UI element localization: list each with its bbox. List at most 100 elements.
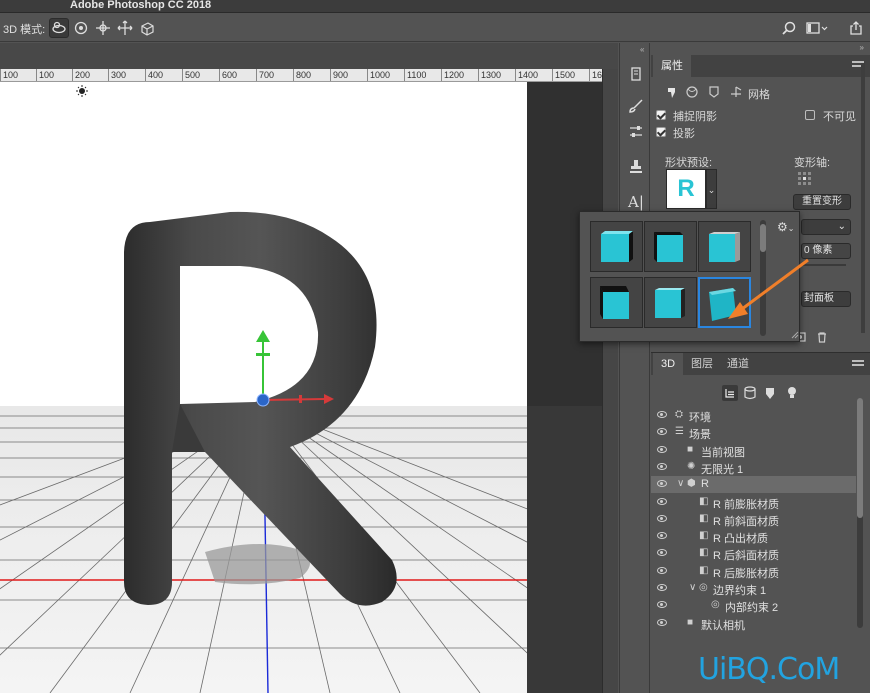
- shape-preset-thumb[interactable]: [644, 277, 697, 328]
- material-icon: ◧: [699, 512, 709, 524]
- shape-preset-thumb[interactable]: [644, 221, 697, 272]
- mesh-filter-icon[interactable]: [744, 386, 756, 403]
- tab-channels[interactable]: 通道: [719, 353, 757, 375]
- scale-3d-icon[interactable]: [137, 18, 157, 38]
- reset-deform-button[interactable]: 重置变形: [793, 194, 851, 210]
- shape-preset-thumb[interactable]: [590, 277, 643, 328]
- scene-scrollbar[interactable]: [857, 398, 863, 628]
- constraint-icon: ◎: [699, 582, 708, 593]
- mode-label: 3D 模式:: [3, 24, 46, 36]
- scene-tree-row[interactable]: ⛭ 环境: [651, 407, 856, 424]
- cube-preview-icon: [655, 288, 685, 318]
- history-icon[interactable]: [625, 63, 647, 85]
- brush-preset-icon[interactable]: [625, 95, 647, 117]
- shape-preset-thumb[interactable]: [590, 221, 643, 272]
- deform-axis-grid-icon[interactable]: [797, 171, 813, 187]
- cast-shadows-label: 投影: [673, 128, 695, 140]
- share-icon[interactable]: [846, 18, 866, 38]
- scene-tree-row[interactable]: ■ 默认相机: [651, 615, 856, 632]
- roll-3d-icon[interactable]: [71, 18, 91, 38]
- scene-tree-row[interactable]: ◧ R 前斜面材质: [651, 511, 856, 528]
- coordinates-icon[interactable]: [729, 85, 743, 102]
- visibility-eye-icon[interactable]: [657, 445, 667, 453]
- scene-row-label: R 凸出材质: [713, 533, 768, 546]
- catch-shadows-checkbox[interactable]: [656, 110, 666, 120]
- scene-tree-row[interactable]: ∨ ⬢ R: [651, 476, 856, 494]
- expand-chevron-icon[interactable]: ∨: [677, 478, 684, 489]
- scene-filter-icon[interactable]: [722, 385, 738, 401]
- scene-tree-row[interactable]: ◧ R 凸出材质: [651, 528, 856, 545]
- ruler-tick-label: 16: [589, 69, 602, 81]
- drag-3d-icon[interactable]: [93, 18, 113, 38]
- visibility-eye-icon[interactable]: [657, 480, 667, 488]
- camera-icon: ■: [687, 616, 694, 628]
- canvas[interactable]: [0, 82, 602, 693]
- material-filter-icon[interactable]: [764, 386, 776, 403]
- character-icon[interactable]: A|: [625, 191, 647, 213]
- clone-source-icon[interactable]: [625, 155, 647, 177]
- scene-row-label: 内部约束 2: [725, 602, 779, 615]
- delete-icon[interactable]: [816, 331, 828, 343]
- visibility-eye-icon[interactable]: [657, 428, 667, 436]
- workspace-icon[interactable]: [805, 18, 829, 38]
- shape-preset-swatch[interactable]: R: [666, 169, 706, 209]
- visibility-eye-icon[interactable]: [657, 584, 667, 591]
- visibility-eye-icon[interactable]: [657, 601, 667, 609]
- pasteboard-floor: [527, 406, 602, 693]
- ruler-tick-label: 700: [256, 69, 274, 81]
- preset-dropdown-arrow-icon[interactable]: ⌄: [706, 169, 717, 209]
- scene-tree-row[interactable]: ∨ ◎ 边界约束 1: [651, 580, 856, 597]
- orbit-3d-icon[interactable]: [49, 18, 69, 38]
- visibility-eye-icon[interactable]: [657, 462, 667, 470]
- scene-tree-row[interactable]: ◧ R 后斜面材质: [651, 545, 856, 562]
- shape-preset-label: 形状预设:: [665, 157, 713, 169]
- visibility-eye-icon[interactable]: [657, 618, 667, 626]
- deform-icon[interactable]: [685, 85, 699, 102]
- visibility-eye-icon[interactable]: [657, 497, 667, 505]
- tab-3d[interactable]: 3D: [653, 353, 684, 375]
- properties-scrollbar[interactable]: [861, 63, 865, 333]
- resize-grip-icon[interactable]: [791, 330, 799, 339]
- ruler-tick-label: 100: [36, 69, 54, 81]
- light-filter-icon[interactable]: [786, 386, 798, 403]
- visibility-eye-icon[interactable]: [657, 532, 667, 540]
- mesh-icon[interactable]: [665, 85, 679, 102]
- ruler-tick-label: 600: [219, 69, 237, 81]
- visibility-eye-icon[interactable]: [657, 514, 667, 522]
- expand-chevron-icon[interactable]: »: [860, 43, 864, 52]
- slide-3d-icon[interactable]: [115, 18, 135, 38]
- ruler-tick-label: 900: [330, 69, 348, 81]
- search-icon[interactable]: [779, 18, 799, 38]
- scene-row-label: 当前视图: [701, 446, 745, 459]
- expand-chevron-icon[interactable]: ∨: [689, 582, 696, 593]
- collapse-chevron-icon[interactable]: «: [640, 45, 644, 54]
- annotation-arrow: [728, 258, 809, 319]
- scene-row-label: R 后斜面材质: [713, 550, 779, 563]
- popup-settings-gear-icon[interactable]: ⚙⌄: [777, 220, 794, 234]
- ruler-tick-label: 1300: [478, 69, 501, 81]
- scene-tree-row[interactable]: ☰ 场景: [651, 424, 856, 441]
- deform-dropdown[interactable]: ⌄: [801, 219, 851, 235]
- scene-tree-row[interactable]: ◎ 内部约束 2: [651, 597, 856, 614]
- ruler-tick-label: 500: [182, 69, 200, 81]
- vertical-scrollbar[interactable]: [602, 69, 618, 693]
- ruler-tick-label: 100: [0, 69, 18, 81]
- ruler-tick-label: 800: [293, 69, 311, 81]
- tab-properties[interactable]: 属性: [653, 55, 691, 77]
- scene-row-label: 环境: [689, 412, 711, 424]
- scene-tree-row[interactable]: ✺ 无限光 1: [651, 459, 856, 476]
- scene-tree-row[interactable]: ◧ R 前膨胀材质: [651, 494, 856, 511]
- material-icon: ◧: [699, 547, 709, 559]
- ruler-tick-label: 1400: [515, 69, 538, 81]
- scene-tree-row[interactable]: ◧ R 后膨胀材质: [651, 563, 856, 580]
- visibility-eye-icon[interactable]: [657, 549, 667, 557]
- invisible-checkbox[interactable]: [805, 110, 815, 120]
- visibility-eye-icon[interactable]: [657, 566, 667, 574]
- scene-tree-row[interactable]: ■ 当前视图: [651, 442, 856, 459]
- cast-shadows-checkbox[interactable]: [656, 127, 666, 137]
- tab-layers[interactable]: 图层: [683, 353, 721, 375]
- visibility-eye-icon[interactable]: [657, 411, 667, 418]
- cap-icon[interactable]: [707, 85, 721, 102]
- scene-menu-icon[interactable]: [852, 360, 864, 370]
- adjust-icon[interactable]: [625, 121, 647, 143]
